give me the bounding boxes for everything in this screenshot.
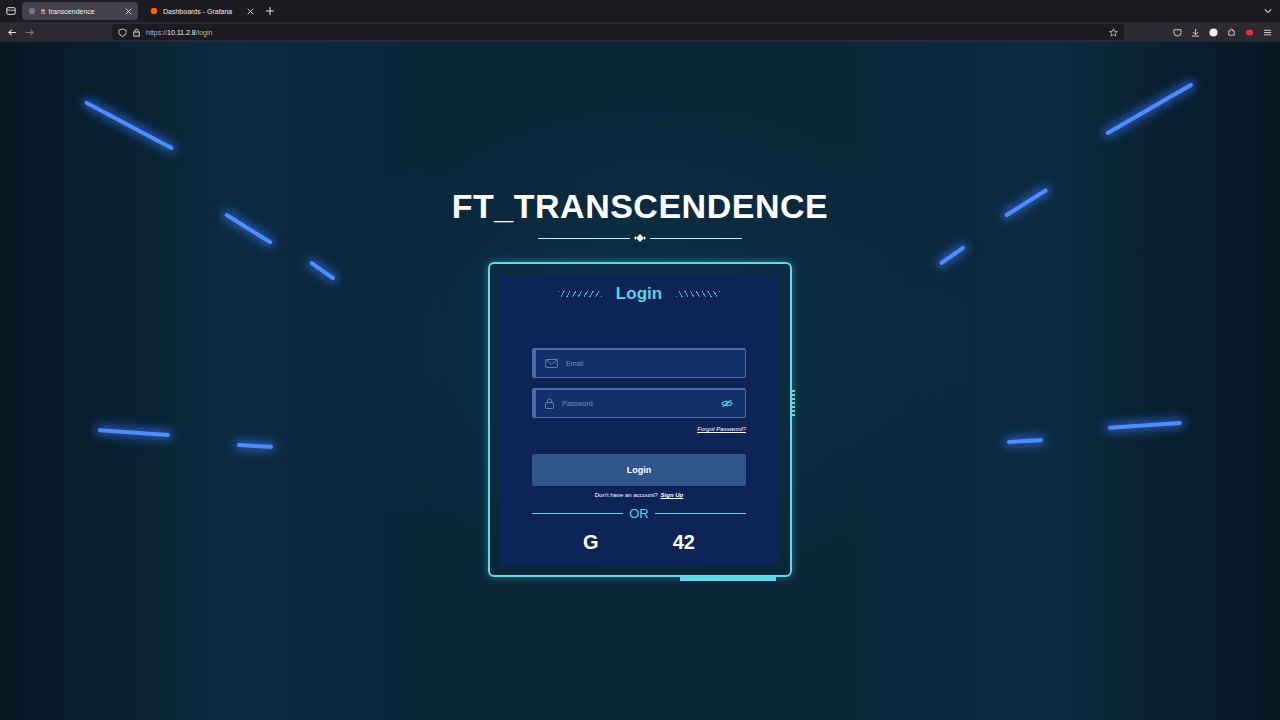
field-placeholder: Password <box>562 400 713 407</box>
browser-window: ft_transcendence Dashboards - Grafana ht… <box>0 0 1280 720</box>
login-heading: Login <box>616 284 662 304</box>
back-arrow-icon[interactable] <box>8 28 17 37</box>
login-button[interactable]: Login <box>532 454 746 486</box>
heading-decoration <box>676 291 720 297</box>
heading-decoration <box>558 291 602 297</box>
chevron-down-icon[interactable] <box>1264 7 1272 15</box>
login-card: Login Email Password Forgot Password? Lo… <box>488 262 792 577</box>
light-strip <box>237 443 273 449</box>
tab-label: ft_transcendence <box>41 8 120 15</box>
tab-bar: ft_transcendence Dashboards - Grafana <box>0 0 1280 22</box>
light-strip <box>1108 421 1182 430</box>
frame-tab <box>680 577 776 581</box>
light-strip <box>309 260 336 280</box>
blocker-icon[interactable] <box>1245 28 1254 37</box>
download-icon[interactable] <box>1191 28 1200 37</box>
forward-arrow-icon <box>25 28 34 37</box>
login-page: FT_TRANSCENDENCE Login Email Password Fo… <box>0 42 1280 720</box>
tab-label: Dashboards - Grafana <box>163 8 242 15</box>
light-strip <box>98 428 170 437</box>
url-text: https://10.11.2.8/login <box>146 29 212 36</box>
tab-list-icon[interactable] <box>6 6 16 16</box>
address-bar[interactable]: https://10.11.2.8/login <box>112 24 1124 40</box>
email-field[interactable]: Email <box>532 348 746 378</box>
password-field[interactable]: Password <box>532 388 746 418</box>
frame-notch <box>791 390 795 418</box>
light-strip <box>939 245 966 265</box>
signup-prompt: Don't have an account? Sign Up <box>532 492 746 498</box>
forgot-password-link[interactable]: Forgot Password? <box>697 426 746 432</box>
browser-tab[interactable]: Dashboards - Grafana <box>144 2 260 20</box>
or-divider: OR <box>532 506 746 521</box>
bookmark-star-icon[interactable] <box>1109 28 1118 37</box>
light-strip <box>1105 82 1194 135</box>
title-divider <box>538 234 742 242</box>
oauth-button[interactable]: G <box>575 529 607 556</box>
extensions-puzzle-icon[interactable] <box>1227 28 1236 37</box>
shield-icon[interactable] <box>118 28 127 37</box>
light-strip <box>224 212 273 245</box>
favicon-icon <box>28 7 36 15</box>
oauth-button[interactable]: 42 <box>665 529 703 556</box>
close-icon[interactable] <box>125 8 132 15</box>
eye-hidden-icon[interactable] <box>721 399 733 408</box>
menu-icon[interactable] <box>1263 28 1272 37</box>
signup-link[interactable]: Sign Up <box>661 492 684 498</box>
navigation-bar: https://10.11.2.8/login <box>0 22 1280 42</box>
field-placeholder: Email <box>566 360 733 367</box>
app-title: FT_TRANSCENDENCE <box>452 186 828 226</box>
browser-tab[interactable]: ft_transcendence <box>22 2 138 20</box>
light-strip <box>1007 438 1043 444</box>
favicon-icon <box>150 7 158 15</box>
diamond-icon <box>633 234 647 242</box>
lock-icon <box>545 398 554 409</box>
lock-warning-icon[interactable] <box>132 28 141 37</box>
light-strip <box>1004 188 1049 218</box>
close-icon[interactable] <box>247 8 254 15</box>
extension-circle-icon[interactable] <box>1209 28 1218 37</box>
pocket-icon[interactable] <box>1173 28 1182 37</box>
light-strip <box>84 100 174 150</box>
new-tab-icon[interactable] <box>266 7 274 15</box>
envelope-icon <box>545 359 558 368</box>
